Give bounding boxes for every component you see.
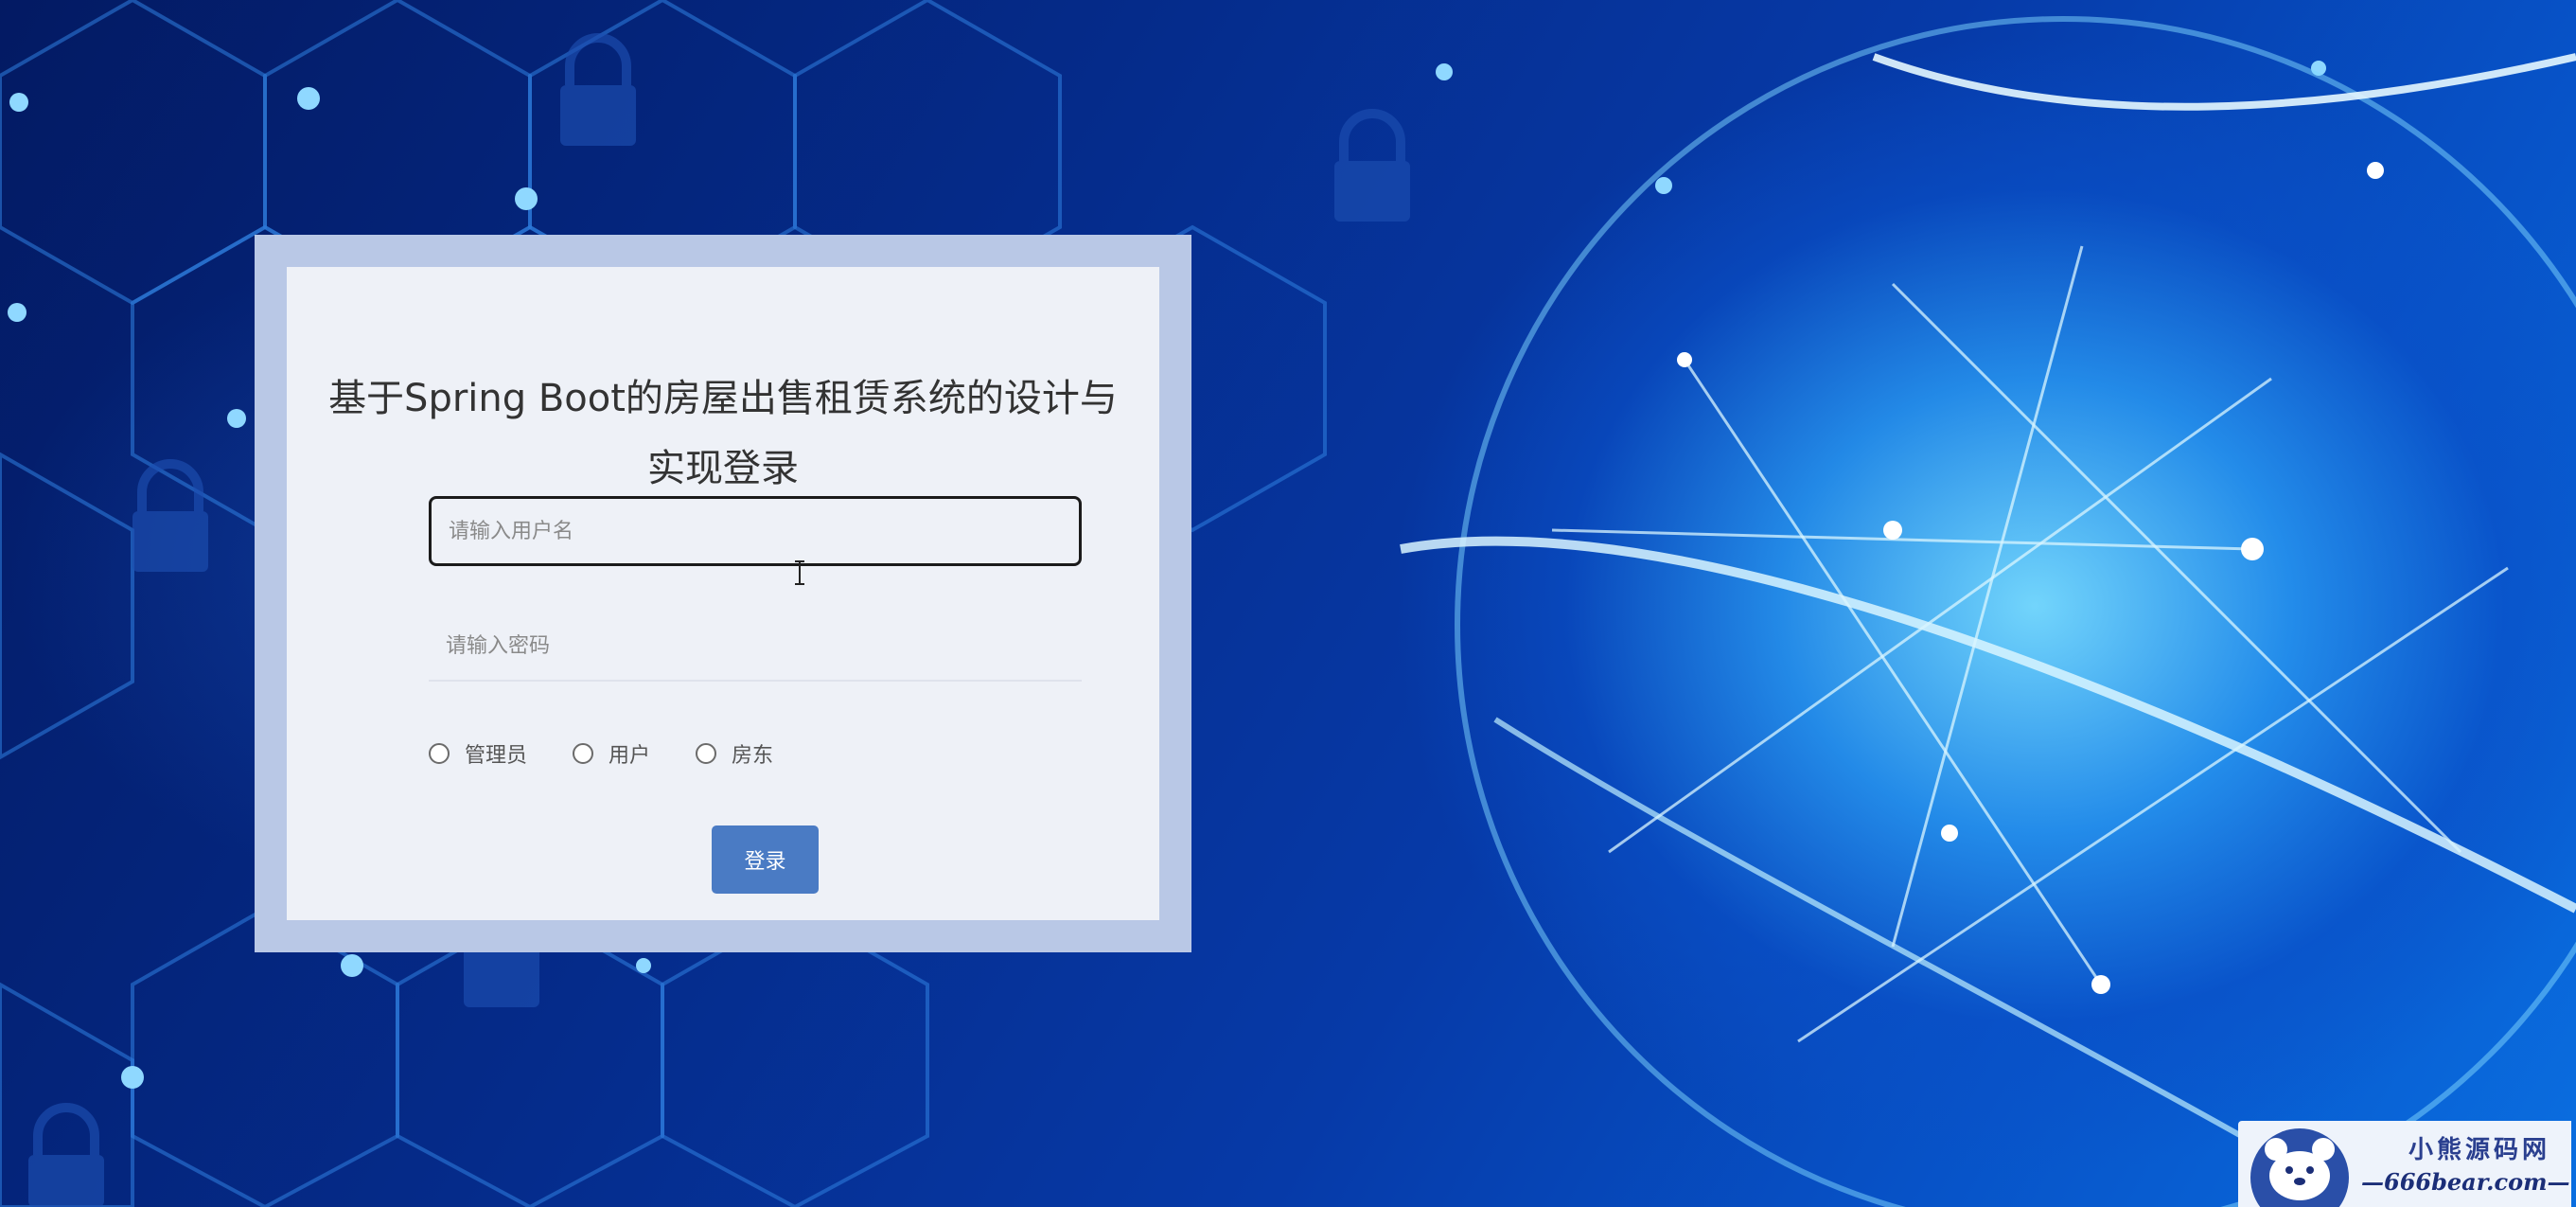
role-label-landlord: 房东 [732, 744, 774, 768]
page-title: 基于Spring Boot的房屋出售租赁系统的设计与 实现登录 [325, 364, 1121, 504]
watermark-url: —666bear.com— [2361, 1168, 2570, 1196]
radio-landlord[interactable] [696, 743, 717, 764]
role-option-user[interactable]: 用户 [573, 738, 650, 769]
page-title-line-2: 实现登录 [647, 447, 799, 490]
watermark-name: 小熊源码网 [2408, 1136, 2551, 1164]
radio-admin[interactable] [429, 743, 450, 764]
role-label-admin: 管理员 [465, 744, 528, 768]
role-option-admin[interactable]: 管理员 [429, 738, 527, 769]
password-input[interactable] [429, 612, 1082, 682]
watermark: 小熊源码网 —666bear.com— [2238, 1121, 2571, 1207]
username-input[interactable] [429, 496, 1082, 566]
text-cursor-icon [795, 560, 804, 585]
role-radio-group: 管理员 用户 房东 [429, 735, 819, 772]
login-card-frame: 基于Spring Boot的房屋出售租赁系统的设计与 实现登录 管理员 用户 房… [255, 235, 1191, 952]
role-label-user: 用户 [609, 744, 651, 768]
radio-user[interactable] [573, 743, 594, 764]
login-panel: 基于Spring Boot的房屋出售租赁系统的设计与 实现登录 管理员 用户 房… [287, 267, 1159, 920]
page-title-line-1: 基于Spring Boot的房屋出售租赁系统的设计与 [328, 377, 1118, 420]
login-button[interactable]: 登录 [712, 825, 819, 894]
bear-logo-icon [2250, 1128, 2349, 1207]
role-option-landlord[interactable]: 房东 [696, 738, 773, 769]
